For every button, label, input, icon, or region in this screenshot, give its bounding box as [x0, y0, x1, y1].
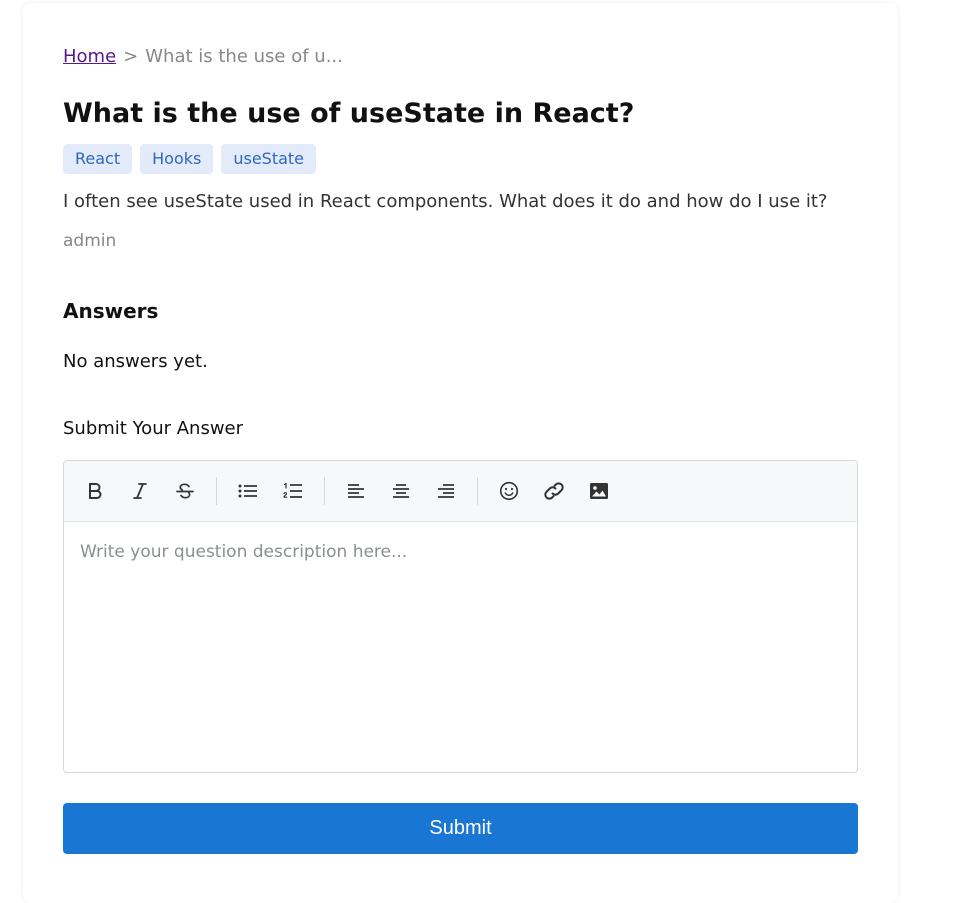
submit-button[interactable]: Submit [63, 803, 858, 854]
breadcrumb: Home > What is the use of u... [63, 46, 343, 67]
strikethrough-icon [176, 483, 194, 499]
breadcrumb-current: What is the use of u... [145, 46, 343, 67]
italic-icon [133, 483, 147, 499]
align-left-icon [348, 484, 364, 498]
question-body: I often see useState used in React compo… [63, 191, 828, 212]
tag-hooks[interactable]: Hooks [140, 144, 214, 174]
bullet-list-button[interactable] [233, 476, 263, 506]
link-button[interactable] [539, 476, 569, 506]
breadcrumb-home-link[interactable]: Home [63, 46, 116, 67]
tag-usestate[interactable]: useState [221, 144, 317, 174]
align-left-button[interactable] [341, 476, 371, 506]
answers-heading: Answers [63, 299, 159, 323]
align-center-icon [393, 484, 409, 498]
toolbar-divider [324, 477, 325, 505]
answer-editor: Write your question description here... [63, 460, 858, 773]
question-author: admin [63, 231, 117, 251]
question-title: What is the use of useState in React? [63, 98, 635, 129]
link-icon [544, 482, 564, 500]
numbered-list-button[interactable] [278, 476, 308, 506]
image-button[interactable] [584, 476, 614, 506]
emoji-button[interactable] [494, 476, 524, 506]
align-right-icon [438, 484, 454, 498]
align-center-button[interactable] [386, 476, 416, 506]
align-right-button[interactable] [431, 476, 461, 506]
no-answers-text: No answers yet. [63, 351, 208, 372]
emoji-icon [499, 481, 519, 501]
bold-icon [89, 483, 102, 499]
image-icon [590, 483, 608, 499]
toolbar-divider [216, 477, 217, 505]
breadcrumb-separator: > [123, 46, 139, 67]
italic-button[interactable] [125, 476, 155, 506]
toolbar-divider [477, 477, 478, 505]
numbered-list-icon [283, 482, 302, 498]
question-card: Home > What is the use of u... What is the… [23, 3, 898, 903]
tag-list: React Hooks useState [63, 144, 317, 174]
tag-react[interactable]: React [63, 144, 133, 174]
bullet-list-icon [238, 484, 257, 498]
strikethrough-button[interactable] [170, 476, 200, 506]
submit-answer-label: Submit Your Answer [63, 418, 244, 439]
answer-text-area[interactable]: Write your question description here... [64, 522, 857, 772]
bold-button[interactable] [80, 476, 110, 506]
editor-toolbar [64, 461, 857, 522]
